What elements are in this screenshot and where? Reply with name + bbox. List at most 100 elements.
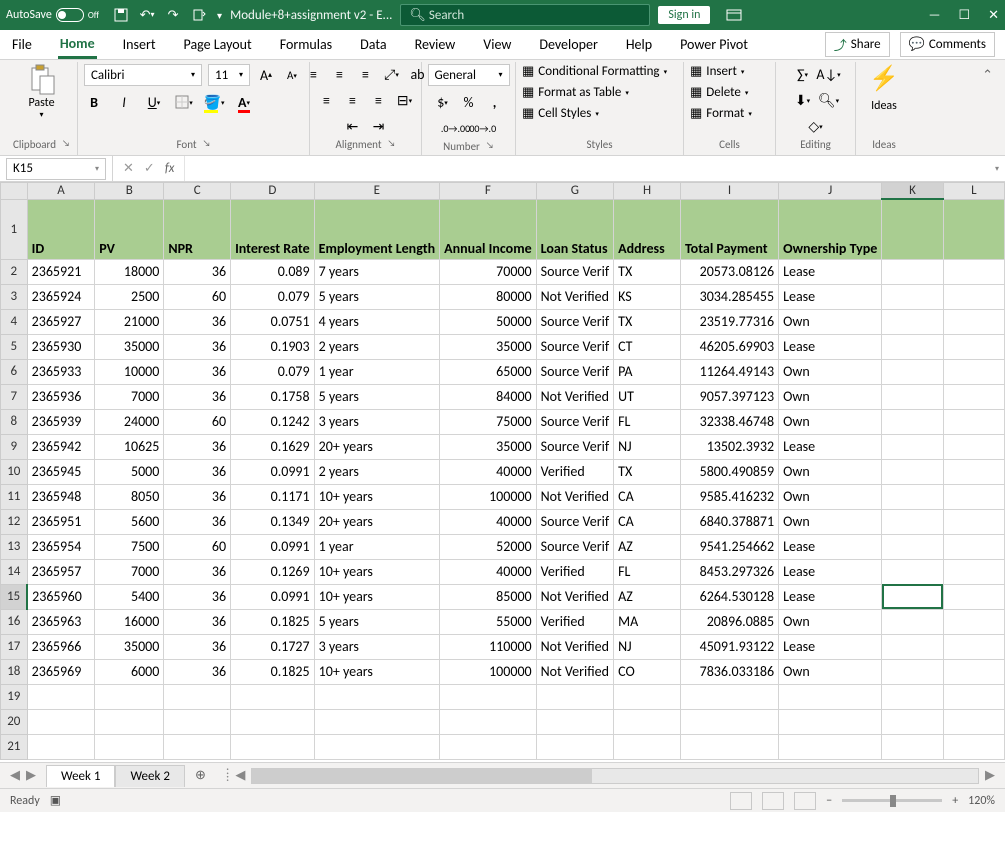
cell-G18[interactable]: Not Verified bbox=[536, 659, 613, 684]
cell-E17[interactable]: 3 years bbox=[314, 634, 439, 659]
cell-F20[interactable] bbox=[440, 709, 537, 734]
col-header-F[interactable]: F bbox=[440, 183, 537, 200]
row-header-10[interactable]: 10 bbox=[1, 459, 28, 484]
increase-indent-icon[interactable]: ⇥ bbox=[369, 116, 389, 136]
tab-help[interactable]: Help bbox=[624, 32, 654, 57]
format-cells-button[interactable]: ▦Format▾ bbox=[690, 106, 752, 121]
cell-L19[interactable] bbox=[943, 684, 1004, 709]
cell-C2[interactable]: 36 bbox=[164, 259, 231, 284]
cell-E15[interactable]: 10+ years bbox=[314, 584, 439, 609]
cell-K17[interactable] bbox=[882, 634, 943, 659]
cell-D20[interactable] bbox=[231, 709, 315, 734]
cell-D8[interactable]: 0.1242 bbox=[231, 409, 315, 434]
cell-J20[interactable] bbox=[779, 709, 882, 734]
maximize-icon[interactable]: ☐ bbox=[958, 8, 970, 23]
cell-D3[interactable]: 0.079 bbox=[231, 284, 315, 309]
cell-B2[interactable]: 18000 bbox=[95, 259, 164, 284]
cell-C10[interactable]: 36 bbox=[164, 459, 231, 484]
cell-A3[interactable]: 2365924 bbox=[27, 284, 95, 309]
search-box[interactable]: 🔍︎ Search bbox=[400, 4, 650, 26]
insert-cells-button[interactable]: ▦Insert▾ bbox=[690, 64, 744, 79]
cell-J16[interactable]: Own bbox=[779, 609, 882, 634]
cell-A15[interactable]: 2365960 bbox=[27, 584, 95, 609]
ribbon-display-icon[interactable] bbox=[726, 7, 742, 23]
cell-D11[interactable]: 0.1171 bbox=[231, 484, 315, 509]
cell-J17[interactable]: Lease bbox=[779, 634, 882, 659]
insert-function-icon[interactable]: fx bbox=[165, 161, 175, 176]
row-header-4[interactable]: 4 bbox=[1, 309, 28, 334]
header-cell[interactable]: Interest Rate bbox=[231, 199, 315, 259]
sheet-nav-prev-icon[interactable]: ◀ bbox=[10, 768, 20, 783]
tab-powerpivot[interactable]: Power Pivot bbox=[678, 32, 750, 57]
clear-icon[interactable]: ◇▾ bbox=[806, 116, 826, 136]
align-middle-icon[interactable]: ≡ bbox=[330, 64, 350, 84]
cell-H10[interactable]: TX bbox=[614, 459, 681, 484]
autosave-toggle[interactable]: AutoSave Off bbox=[6, 8, 99, 22]
cell-G2[interactable]: Source Verif bbox=[536, 259, 613, 284]
col-header-K[interactable]: K bbox=[882, 183, 943, 200]
row-header-3[interactable]: 3 bbox=[1, 284, 28, 309]
cell-H19[interactable] bbox=[614, 684, 681, 709]
cell-B17[interactable]: 35000 bbox=[95, 634, 164, 659]
cell-L17[interactable] bbox=[943, 634, 1004, 659]
cell-I8[interactable]: 32338.46748 bbox=[680, 409, 778, 434]
tab-pagelayout[interactable]: Page Layout bbox=[182, 32, 254, 57]
cell-C4[interactable]: 36 bbox=[164, 309, 231, 334]
zoom-out-icon[interactable]: − bbox=[826, 794, 832, 808]
row-header-13[interactable]: 13 bbox=[1, 534, 28, 559]
cell-H6[interactable]: PA bbox=[614, 359, 681, 384]
scroll-right-icon[interactable]: ▶ bbox=[985, 768, 995, 783]
cell-A11[interactable]: 2365948 bbox=[27, 484, 95, 509]
tab-developer[interactable]: Developer bbox=[537, 32, 599, 57]
cell-B13[interactable]: 7500 bbox=[95, 534, 164, 559]
align-right-icon[interactable]: ≡ bbox=[369, 90, 389, 110]
row-header-14[interactable]: 14 bbox=[1, 559, 28, 584]
zoom-slider[interactable] bbox=[842, 799, 942, 802]
cell-K13[interactable] bbox=[882, 534, 943, 559]
sheet-nav-next-icon[interactable]: ▶ bbox=[26, 768, 36, 783]
cell-B3[interactable]: 2500 bbox=[95, 284, 164, 309]
header-cell[interactable]: ID bbox=[27, 199, 95, 259]
cell-K20[interactable] bbox=[882, 709, 943, 734]
cell-D14[interactable]: 0.1269 bbox=[231, 559, 315, 584]
cell-I2[interactable]: 20573.08126 bbox=[680, 259, 778, 284]
comma-icon[interactable]: , bbox=[485, 92, 505, 112]
redo-icon[interactable]: ↷ bbox=[165, 7, 181, 23]
cell-B10[interactable]: 5000 bbox=[95, 459, 164, 484]
header-cell[interactable] bbox=[943, 199, 1004, 259]
cell-K19[interactable] bbox=[882, 684, 943, 709]
cell-C7[interactable]: 36 bbox=[164, 384, 231, 409]
cell-H12[interactable]: CA bbox=[614, 509, 681, 534]
cell-H3[interactable]: KS bbox=[614, 284, 681, 309]
cell-B8[interactable]: 24000 bbox=[95, 409, 164, 434]
header-cell[interactable]: Loan Status bbox=[536, 199, 613, 259]
cell-D17[interactable]: 0.1727 bbox=[231, 634, 315, 659]
cell-H13[interactable]: AZ bbox=[614, 534, 681, 559]
fill-icon[interactable]: ⬇▾ bbox=[793, 90, 813, 110]
cell-E13[interactable]: 1 year bbox=[314, 534, 439, 559]
cell-C14[interactable]: 36 bbox=[164, 559, 231, 584]
cell-K8[interactable] bbox=[882, 409, 943, 434]
col-header-L[interactable]: L bbox=[943, 183, 1004, 200]
cell-D9[interactable]: 0.1629 bbox=[231, 434, 315, 459]
increase-decimal-icon[interactable]: .0→.00 bbox=[446, 118, 466, 138]
cell-E9[interactable]: 20+ years bbox=[314, 434, 439, 459]
cell-G20[interactable] bbox=[536, 709, 613, 734]
cell-A6[interactable]: 2365933 bbox=[27, 359, 95, 384]
cell-H2[interactable]: TX bbox=[614, 259, 681, 284]
cell-B18[interactable]: 6000 bbox=[95, 659, 164, 684]
cell-H7[interactable]: UT bbox=[614, 384, 681, 409]
row-header-5[interactable]: 5 bbox=[1, 334, 28, 359]
sheet-tab-week1[interactable]: Week 1 bbox=[46, 765, 115, 787]
cell-A17[interactable]: 2365966 bbox=[27, 634, 95, 659]
cell-A8[interactable]: 2365939 bbox=[27, 409, 95, 434]
underline-icon[interactable]: U ▾ bbox=[144, 92, 164, 112]
row-header-15[interactable]: 15 bbox=[1, 584, 28, 609]
row-header-6[interactable]: 6 bbox=[1, 359, 28, 384]
cell-I14[interactable]: 8453.297326 bbox=[680, 559, 778, 584]
number-format-dropdown[interactable]: General▾ bbox=[428, 64, 510, 86]
cell-J8[interactable]: Own bbox=[779, 409, 882, 434]
cell-I11[interactable]: 9585.416232 bbox=[680, 484, 778, 509]
cell-K6[interactable] bbox=[882, 359, 943, 384]
cell-K10[interactable] bbox=[882, 459, 943, 484]
